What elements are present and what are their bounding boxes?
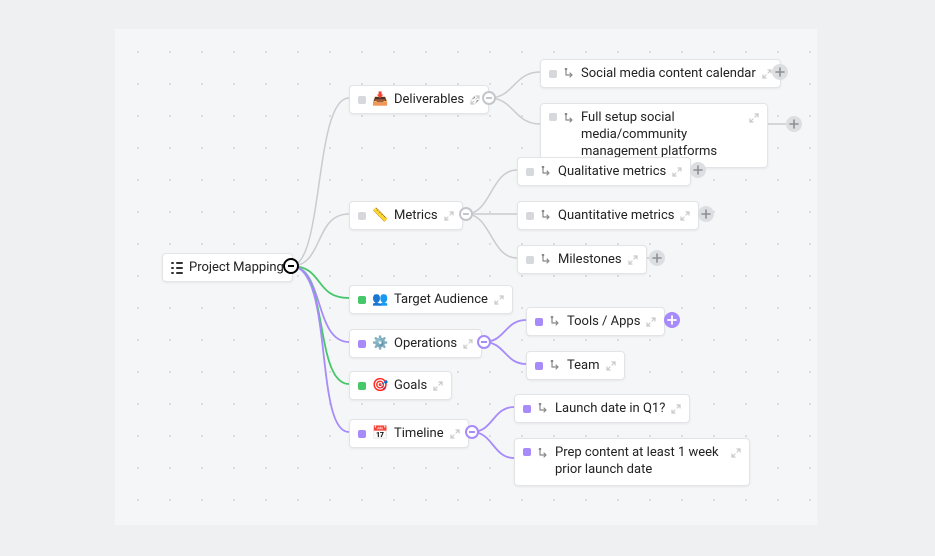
expand-icon [463, 339, 473, 349]
add-button[interactable] [690, 162, 706, 178]
square-icon [358, 296, 366, 304]
subtask-icon [540, 254, 552, 266]
node-launch-date[interactable]: Launch date in Q1? [514, 394, 690, 423]
add-button[interactable] [772, 64, 788, 80]
hub-metrics[interactable] [459, 207, 473, 221]
node-label: Timeline [394, 426, 444, 441]
node-label: Prep content at least 1 week prior launc… [555, 445, 725, 479]
expand-icon [731, 448, 741, 458]
square-icon [358, 382, 366, 390]
root-hub[interactable] [283, 258, 299, 274]
node-label: Social media content calendar [581, 66, 756, 81]
node-timeline[interactable]: 📅 Timeline [349, 419, 469, 448]
metrics-emoji: 📏 [372, 209, 388, 222]
square-icon [358, 96, 366, 104]
expand-icon [606, 361, 616, 371]
expand-icon [749, 113, 759, 123]
square-icon [358, 430, 366, 438]
node-metrics[interactable]: 📏 Metrics [349, 201, 463, 230]
node-operations[interactable]: ⚙️ Operations [349, 329, 482, 358]
node-smcc[interactable]: Social media content calendar [540, 59, 781, 88]
expand-icon [672, 167, 682, 177]
expand-icon [444, 211, 454, 221]
subtask-icon [563, 113, 575, 125]
square-icon [523, 448, 531, 456]
node-label: Quantitative metrics [558, 208, 674, 223]
add-button[interactable] [664, 312, 680, 328]
hub-timeline[interactable] [465, 425, 479, 439]
node-label: Target Audience [394, 292, 488, 307]
expand-icon [450, 429, 460, 439]
expand-icon [680, 211, 690, 221]
square-icon [358, 340, 366, 348]
hub-operations[interactable] [477, 335, 491, 349]
node-milestones[interactable]: Milestones [517, 245, 647, 274]
subtask-icon [563, 68, 575, 80]
node-label: Launch date in Q1? [555, 401, 665, 416]
node-label: Deliverables [394, 92, 464, 107]
node-prep-content[interactable]: Prep content at least 1 week prior launc… [514, 438, 750, 486]
expand-icon [433, 381, 443, 391]
node-label: Qualitative metrics [558, 164, 666, 179]
node-team[interactable]: Team [526, 351, 625, 380]
square-icon [535, 362, 543, 370]
node-label: Operations [394, 336, 457, 351]
square-icon [526, 212, 534, 220]
node-label: Goals [394, 378, 427, 393]
node-label: Full setup social media/community manage… [581, 110, 743, 161]
timeline-emoji: 📅 [372, 427, 388, 440]
square-icon [526, 256, 534, 264]
expand-icon [470, 95, 480, 105]
mindmap-canvas[interactable]: Project Mapping 📥 Deliverables 📏 Metrics… [114, 28, 818, 526]
node-deliverables[interactable]: 📥 Deliverables [349, 85, 489, 114]
node-quantitative[interactable]: Quantitative metrics [517, 201, 699, 230]
node-label: Metrics [394, 208, 438, 223]
node-label: Tools / Apps [567, 314, 640, 329]
square-icon [523, 405, 531, 413]
goals-emoji: 🎯 [372, 379, 388, 392]
operations-emoji: ⚙️ [372, 337, 388, 350]
subtask-icon [540, 166, 552, 178]
node-label: Milestones [558, 252, 622, 267]
expand-icon [671, 404, 681, 414]
node-tools-apps[interactable]: Tools / Apps [526, 307, 665, 336]
add-button[interactable] [649, 250, 665, 266]
subtask-icon [549, 360, 561, 372]
node-root[interactable]: Project Mapping [162, 253, 293, 282]
node-goals[interactable]: 🎯 Goals [349, 371, 452, 400]
subtask-icon [540, 210, 552, 222]
square-icon [535, 318, 543, 326]
node-label: Team [567, 358, 600, 373]
expand-icon [646, 317, 656, 327]
expand-icon [494, 295, 504, 305]
subtask-icon [537, 448, 549, 460]
node-target-audience[interactable]: 👥 Target Audience [349, 285, 513, 314]
deliverables-emoji: 📥 [372, 93, 388, 106]
expand-icon [628, 255, 638, 265]
add-button[interactable] [698, 206, 714, 222]
square-icon [526, 168, 534, 176]
root-label: Project Mapping [189, 260, 284, 275]
hub-deliverables[interactable] [482, 91, 496, 105]
square-icon [549, 113, 557, 121]
subtask-icon [549, 316, 561, 328]
subtask-icon [537, 403, 549, 415]
node-qualitative[interactable]: Qualitative metrics [517, 157, 691, 186]
square-icon [358, 212, 366, 220]
list-icon [171, 262, 183, 274]
expand-icon [762, 69, 772, 79]
add-button[interactable] [786, 116, 802, 132]
target-emoji: 👥 [372, 293, 388, 306]
square-icon [549, 70, 557, 78]
